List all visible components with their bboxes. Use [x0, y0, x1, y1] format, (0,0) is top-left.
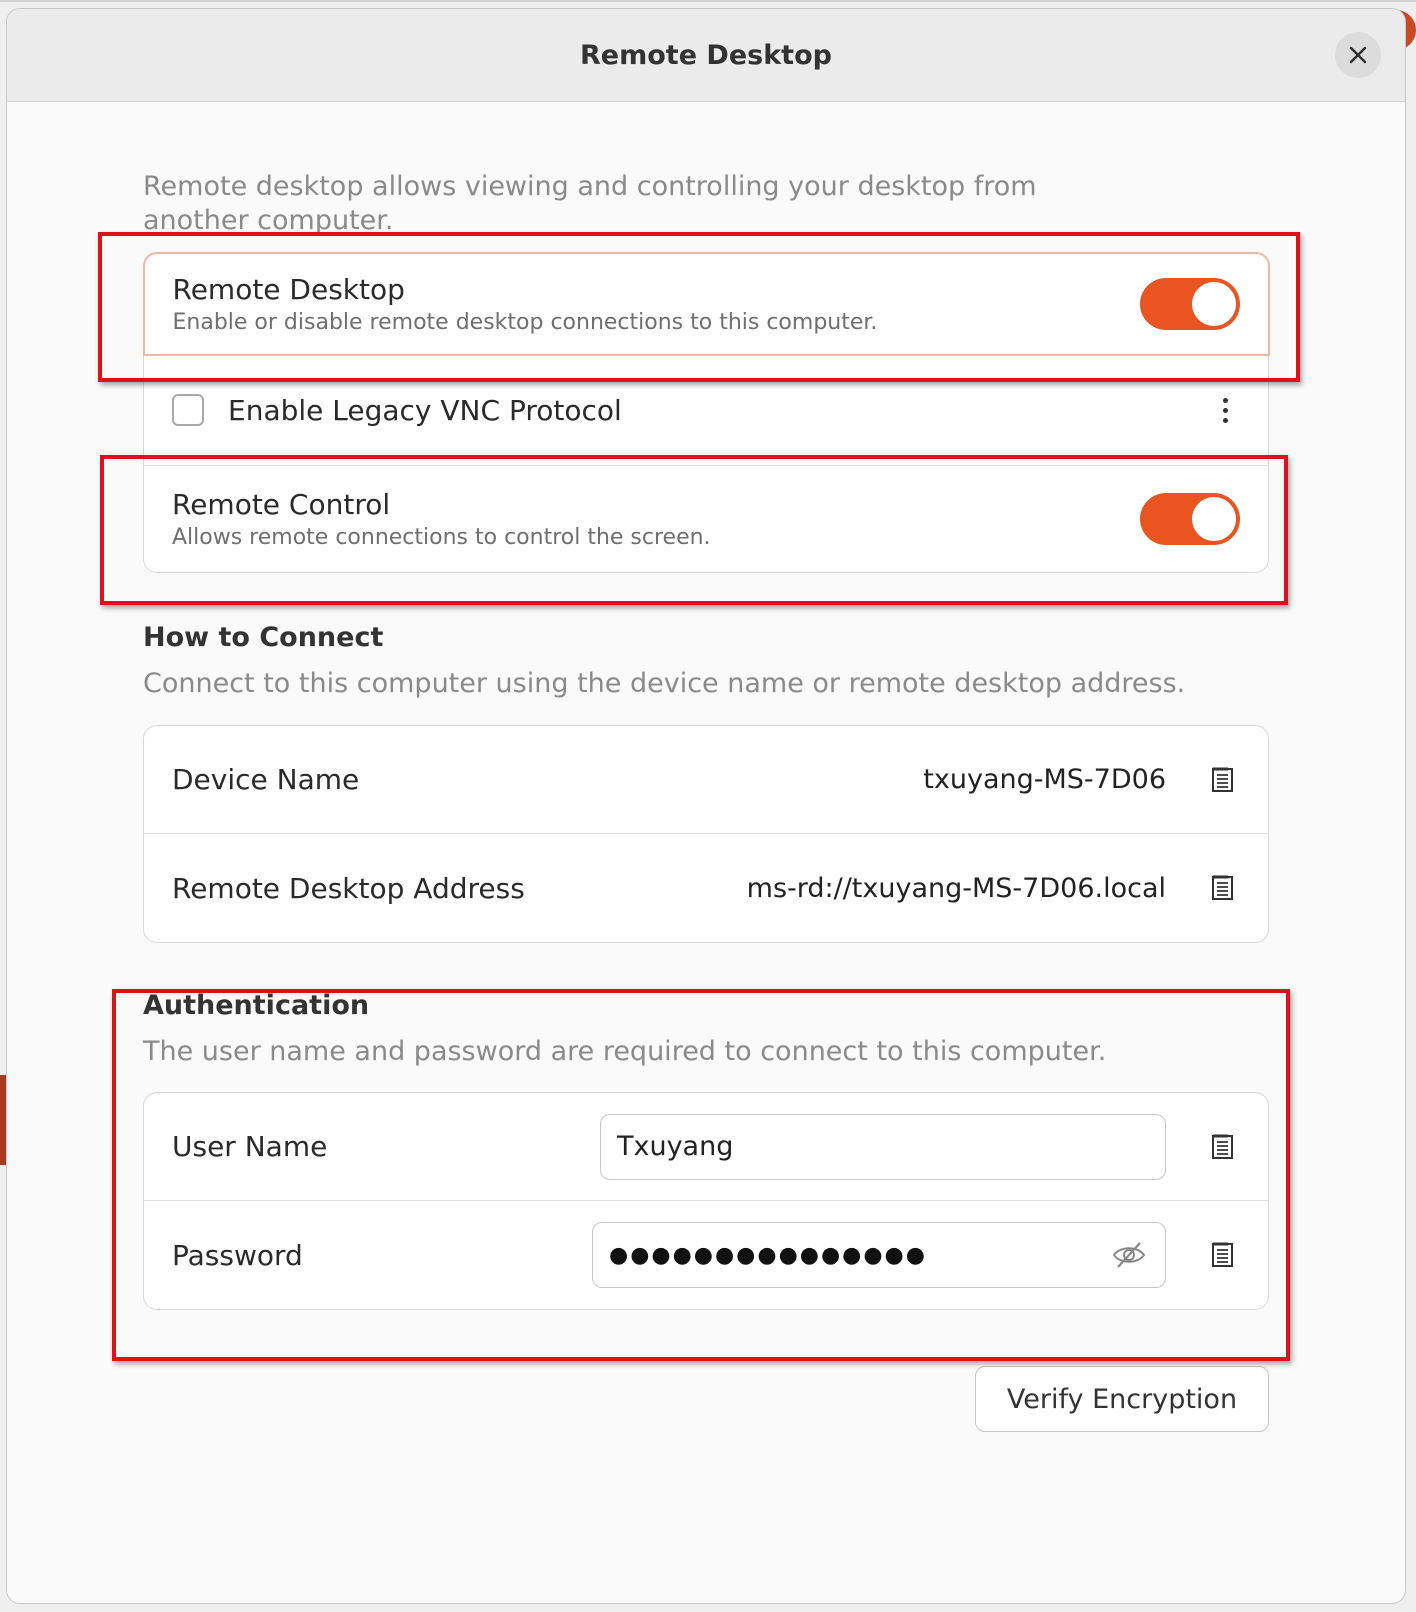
copy-icon [1212, 875, 1233, 900]
connection-info-card: Device Name txuyang-MS-7D06 Remote Deskt… [143, 725, 1269, 943]
copy-device-name-button[interactable] [1206, 763, 1240, 797]
remote-desktop-subtitle: Enable or disable remote desktop connect… [172, 309, 878, 335]
username-row: User Name Txuyang [144, 1093, 1268, 1201]
password-value: ●●●●●●●●●●●●●●● [609, 1242, 927, 1268]
verify-encryption-button[interactable]: Verify Encryption [975, 1366, 1269, 1432]
remote-desktop-title: Remote Desktop [172, 272, 405, 306]
authentication-card: User Name Txuyang Password ●●●●●●●●●●●●●… [143, 1092, 1269, 1310]
password-field[interactable]: ●●●●●●●●●●●●●●● [592, 1222, 1166, 1288]
toggle-knob [1192, 496, 1236, 541]
dialog-title: Remote Desktop [580, 39, 832, 71]
device-name-value: txuyang-MS-7D06 [923, 764, 1166, 795]
background-divider [0, 0, 1416, 2]
how-to-connect-description: Connect to this computer using the devic… [143, 668, 1186, 699]
username-value: Txuyang [617, 1131, 734, 1162]
kebab-menu-icon[interactable] [1210, 390, 1240, 430]
password-label: Password [172, 1238, 303, 1272]
username-field[interactable]: Txuyang [600, 1113, 1166, 1180]
copy-password-button[interactable] [1206, 1238, 1240, 1272]
copy-address-button[interactable] [1206, 871, 1240, 905]
password-row: Password ●●●●●●●●●●●●●●● [144, 1201, 1268, 1309]
dialog-titlebar: Remote Desktop [7, 9, 1405, 102]
copy-username-button[interactable] [1206, 1130, 1240, 1164]
intro-description: Remote desktop allows viewing and contro… [143, 171, 1037, 236]
toggle-knob [1191, 281, 1236, 326]
sharing-card: Remote Desktop Enable or disable remote … [142, 251, 1270, 573]
remote-control-toggle[interactable] [1140, 492, 1240, 545]
authentication-description: The user name and password are required … [143, 1036, 1107, 1067]
close-icon [1349, 46, 1367, 64]
remote-control-row: Remote Control Allows remote connections… [144, 466, 1268, 572]
remote-address-row: Remote Desktop Address ms-rd://txuyang-M… [144, 834, 1268, 942]
remote-desktop-row: Remote Desktop Enable or disable remote … [142, 251, 1270, 356]
remote-control-text: Remote Control Allows remote connections… [172, 488, 1140, 550]
legacy-vnc-label: Enable Legacy VNC Protocol [228, 393, 622, 427]
remote-desktop-text: Remote Desktop Enable or disable remote … [173, 273, 1140, 335]
copy-icon [1212, 1242, 1233, 1267]
device-name-label: Device Name [172, 763, 360, 796]
remote-address-value: ms-rd://txuyang-MS-7D06.local [746, 872, 1166, 904]
how-to-connect-heading: How to Connect [143, 622, 384, 653]
remote-address-label: Remote Desktop Address [172, 871, 525, 905]
authentication-heading: Authentication [143, 990, 370, 1021]
close-button[interactable] [1335, 32, 1381, 78]
copy-icon [1212, 767, 1233, 792]
remote-desktop-dialog: Remote Desktop Remote desktop allows vie… [6, 8, 1406, 1604]
legacy-vnc-checkbox[interactable] [172, 394, 204, 426]
copy-icon [1212, 1134, 1233, 1159]
remote-control-title: Remote Control [172, 487, 391, 521]
eye-hidden-icon [1112, 1242, 1146, 1268]
reveal-password-button[interactable] [1109, 1235, 1149, 1275]
username-label: User Name [172, 1130, 328, 1163]
device-name-row: Device Name txuyang-MS-7D06 [144, 726, 1268, 834]
remote-control-subtitle: Allows remote connections to control the… [172, 524, 711, 550]
legacy-vnc-row: Enable Legacy VNC Protocol [144, 356, 1268, 466]
remote-desktop-toggle[interactable] [1139, 277, 1240, 330]
dialog-content: Remote desktop allows viewing and contro… [7, 102, 1405, 1603]
